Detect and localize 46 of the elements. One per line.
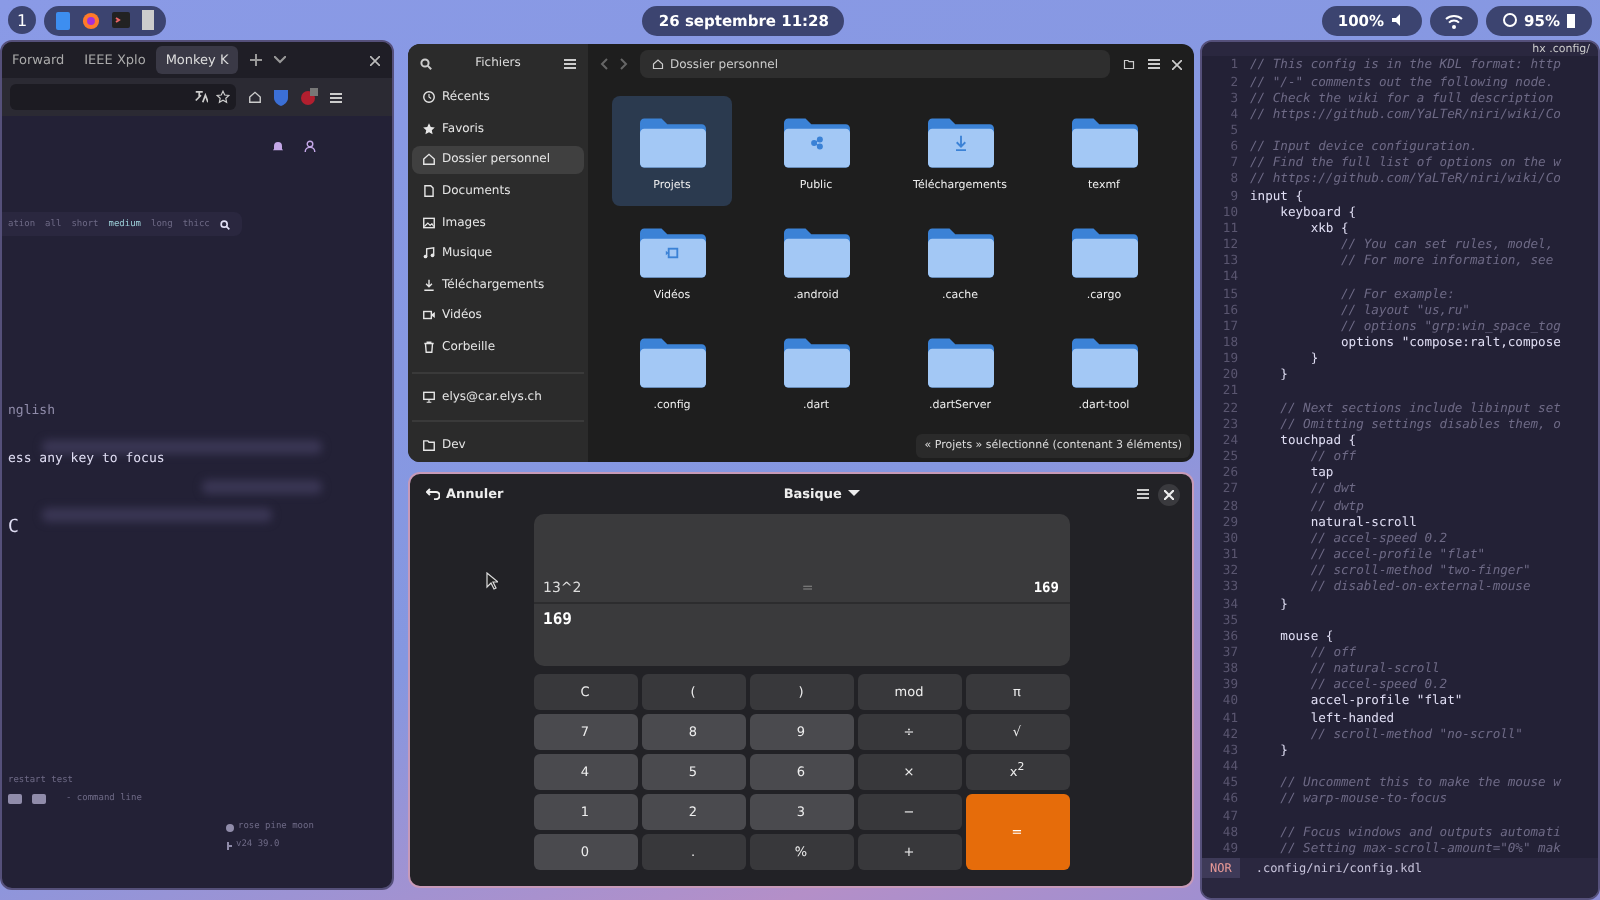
- close-icon: [1164, 489, 1174, 499]
- browser-app-icon[interactable]: [82, 11, 100, 29]
- caret-icon: [847, 490, 860, 498]
- clock-icon: [422, 90, 436, 105]
- new-tab-icon[interactable]: [250, 54, 263, 66]
- menu-icon[interactable]: [1136, 488, 1150, 500]
- close-icon[interactable]: [1172, 59, 1182, 69]
- wifi-icon[interactable]: [1430, 5, 1479, 35]
- workspace-indicator[interactable]: 1: [8, 6, 36, 34]
- key-icon: [8, 794, 22, 804]
- star-icon[interactable]: [216, 90, 230, 104]
- palette-icon: [226, 823, 234, 831]
- home-icon: [652, 58, 664, 70]
- user-icon[interactable]: [304, 140, 316, 152]
- folder-icon: [422, 438, 436, 453]
- search-icon[interactable]: [219, 219, 230, 229]
- video-icon: [422, 308, 436, 323]
- menu-icon[interactable]: [330, 91, 342, 103]
- list-view-icon[interactable]: [1148, 58, 1160, 70]
- terminal-app-icon[interactable]: [112, 12, 130, 28]
- home-icon: [422, 152, 436, 167]
- close-icon[interactable]: [370, 55, 380, 65]
- mouse-pointer-icon: [486, 572, 498, 590]
- key-icon: [32, 794, 46, 804]
- computer-icon: [422, 389, 436, 404]
- document-icon: [422, 184, 436, 199]
- image-icon: [422, 215, 436, 230]
- music-icon: [422, 246, 436, 261]
- chevron-down-icon[interactable]: [274, 56, 287, 64]
- input-field[interactable]: 169: [533, 604, 1069, 666]
- bell-icon[interactable]: [272, 140, 284, 152]
- undo-icon: [426, 488, 440, 500]
- caps-indicator: C: [8, 518, 19, 538]
- document-app-icon[interactable]: [56, 11, 70, 29]
- shield-icon[interactable]: [274, 89, 288, 105]
- trash-icon: [422, 340, 436, 355]
- branch-icon: [226, 841, 232, 849]
- download-icon: [422, 277, 436, 292]
- home-icon[interactable]: [248, 90, 262, 104]
- search-icon[interactable]: [420, 57, 432, 70]
- translate-icon[interactable]: [194, 90, 208, 104]
- menu-icon[interactable]: [563, 57, 576, 70]
- new-folder-icon[interactable]: [1122, 58, 1136, 70]
- star-icon: [422, 121, 436, 136]
- extension-badge-icon[interactable]: [300, 88, 318, 106]
- close-button[interactable]: [1158, 483, 1180, 505]
